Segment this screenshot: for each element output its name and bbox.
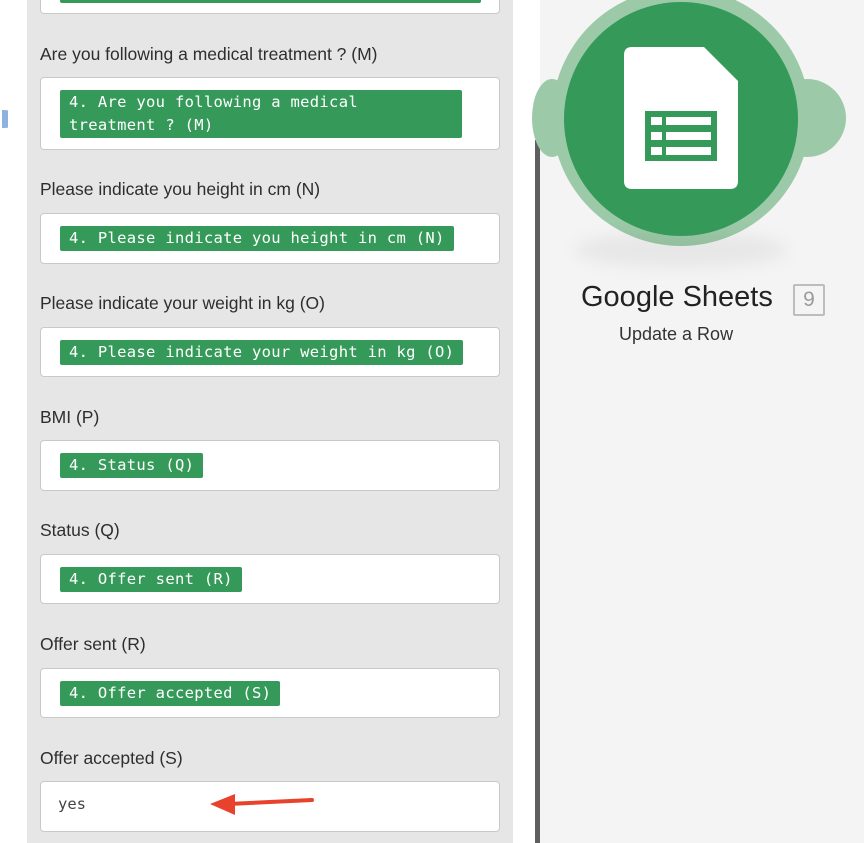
google-sheets-module[interactable]: Google Sheets 9 Update a Row bbox=[532, 0, 864, 843]
field-input-weight[interactable]: 4. Please indicate your weight in kg (O) bbox=[40, 327, 500, 377]
field-label-bmi: BMI (P) bbox=[40, 407, 100, 427]
module-id-badge: 9 bbox=[793, 284, 825, 316]
mapped-value-pill[interactable]: 4. Please indicate you height in cm (N) bbox=[60, 226, 454, 251]
field-label-status: Status (Q) bbox=[40, 520, 120, 540]
field-label-weight: Please indicate your weight in kg (O) bbox=[40, 293, 325, 313]
mapped-value-pill[interactable]: 4. Offer sent (R) bbox=[60, 567, 242, 592]
field-input-offer-sent[interactable]: 4. Offer accepted (S) bbox=[40, 668, 500, 718]
mapped-value-pill[interactable]: 4. Please indicate your weight in kg (O) bbox=[60, 340, 464, 365]
field-label-offer-accepted: Offer accepted (S) bbox=[40, 748, 183, 768]
module-app-name: Google Sheets bbox=[581, 281, 773, 313]
mapped-value-pill[interactable]: 4. Offer accepted (S) bbox=[60, 681, 281, 706]
mapped-value-pill[interactable]: 4. Are you following a medical treatment… bbox=[60, 90, 462, 138]
field-label-medical-treatment: Are you following a medical treatment ? … bbox=[40, 44, 378, 64]
google-sheets-icon bbox=[624, 47, 738, 189]
scenario-canvas: Are you following a medical treatment ? … bbox=[0, 0, 864, 843]
field-input-height[interactable]: 4. Please indicate you height in cm (N) bbox=[40, 213, 500, 264]
field-label-offer-sent: Offer sent (R) bbox=[40, 634, 146, 654]
field-label-height: Please indicate you height in cm (N) bbox=[40, 179, 321, 199]
field-input-status[interactable]: 4. Offer sent (R) bbox=[40, 554, 500, 604]
field-input-medical-treatment[interactable]: 4. Are you following a medical treatment… bbox=[40, 77, 500, 150]
field-value-text: yes bbox=[58, 795, 86, 813]
module-action-label: Update a Row bbox=[619, 324, 734, 344]
red-arrow-icon bbox=[210, 794, 314, 815]
mapped-value-pill bbox=[60, 0, 481, 3]
field-input-bmi[interactable]: 4. Status (Q) bbox=[40, 440, 500, 491]
mapped-value-pill[interactable]: 4. Status (Q) bbox=[60, 453, 204, 478]
previous-field-input[interactable] bbox=[40, 0, 500, 14]
module-shadow bbox=[574, 232, 788, 268]
